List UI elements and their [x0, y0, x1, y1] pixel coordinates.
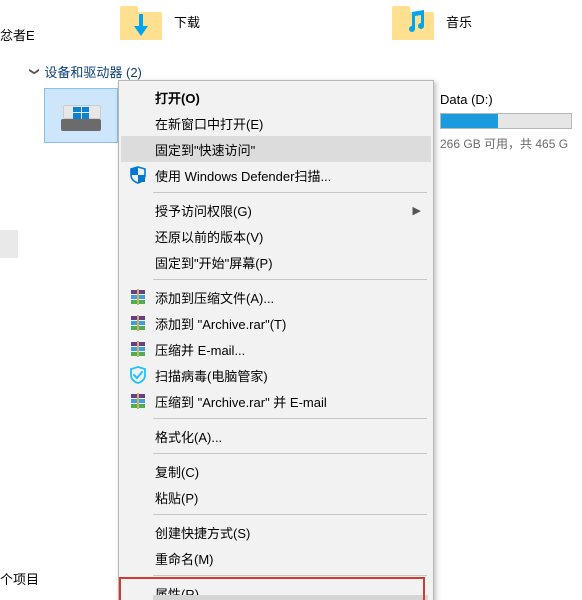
drive-label: Data (D:) — [440, 92, 582, 107]
context-menu-item-label: 压缩到 "Archive.rar" 并 E-mail — [155, 392, 425, 411]
context-menu-item[interactable]: 添加到压缩文件(A)... — [121, 284, 431, 310]
context-menu-item[interactable]: 授予访问权限(G)▶ — [121, 197, 431, 223]
chevron-down-icon: ❯ — [29, 67, 40, 75]
context-menu-item-label: 在新窗口中打开(E) — [155, 114, 425, 133]
defender-icon — [127, 165, 149, 185]
chevron-right-icon: ▶ — [413, 204, 421, 217]
context-menu-item[interactable]: 扫描病毒(电脑管家) — [121, 362, 431, 388]
folder-icon — [120, 2, 162, 40]
music-note-icon — [404, 10, 426, 34]
context-menu-item-label: 固定到"开始"屏幕(P) — [155, 253, 425, 272]
blank-icon — [127, 252, 149, 272]
context-menu-item-label: 复制(C) — [155, 462, 425, 481]
context-menu-separator — [153, 575, 427, 576]
context-menu-item-label: 使用 Windows Defender扫描... — [155, 166, 425, 185]
folder-music[interactable]: 音乐 — [392, 2, 472, 40]
context-menu-item-label: 格式化(A)... — [155, 427, 425, 446]
blank-icon — [127, 226, 149, 246]
rar-icon — [127, 287, 149, 307]
blank-icon — [127, 548, 149, 568]
rar-books-icon — [129, 314, 147, 332]
drive-usage-fill — [441, 114, 498, 128]
context-menu-item[interactable]: 打开(O) — [121, 84, 431, 110]
context-menu-separator — [153, 453, 427, 454]
context-menu-item[interactable]: 复制(C) — [121, 458, 431, 484]
rar-icon — [127, 313, 149, 333]
context-menu-item[interactable]: 压缩到 "Archive.rar" 并 E-mail — [121, 388, 431, 414]
context-menu-item-label: 打开(O) — [155, 88, 425, 107]
top-folders-row: 下载 音乐 — [0, 0, 582, 60]
context-menu-item[interactable]: 在新窗口中打开(E) — [121, 110, 431, 136]
sidebar-partial-bottom: 个项目 — [0, 569, 39, 588]
drive-usage-bar — [440, 113, 572, 129]
menu-bottom-shadow — [153, 595, 428, 600]
context-menu-item-label: 固定到"快速访问" — [155, 140, 425, 159]
context-menu-separator — [153, 514, 427, 515]
context-menu: 打开(O) 在新窗口中打开(E) 固定到"快速访问" 使用 Windows Defen… — [118, 80, 434, 600]
rar-icon — [127, 391, 149, 411]
context-menu-item[interactable]: 固定到"开始"屏幕(P) — [121, 249, 431, 275]
context-menu-item-label: 还原以前的版本(V) — [155, 227, 425, 246]
sidebar-block — [0, 230, 18, 258]
blank-icon — [127, 583, 149, 600]
context-menu-item[interactable]: 粘贴(P) — [121, 484, 431, 510]
blank-icon — [127, 461, 149, 481]
context-menu-item[interactable]: 固定到"快速访问" — [121, 136, 431, 162]
drive-free-text: 266 GB 可用，共 465 G — [440, 135, 582, 152]
blank-icon — [127, 113, 149, 133]
context-menu-item[interactable]: 还原以前的版本(V) — [121, 223, 431, 249]
section-devices-drives[interactable]: ❯ 设备和驱动器 (2) — [30, 62, 142, 81]
context-menu-item-label: 粘贴(P) — [155, 488, 425, 507]
folder-music-label: 音乐 — [446, 12, 472, 31]
download-arrow-icon — [134, 14, 148, 36]
blank-icon — [127, 139, 149, 159]
context-menu-item-label: 添加到 "Archive.rar"(T) — [155, 314, 425, 333]
folder-icon — [392, 2, 434, 40]
context-menu-item-label: 重命名(M) — [155, 549, 425, 568]
blank-icon — [127, 487, 149, 507]
context-menu-item[interactable]: 压缩并 E-mail... — [121, 336, 431, 362]
guard-shield-icon — [129, 366, 147, 384]
defender-shield-icon — [129, 166, 147, 184]
context-menu-item[interactable]: 格式化(A)... — [121, 423, 431, 449]
context-menu-item-label: 扫描病毒(电脑管家) — [155, 366, 425, 385]
context-menu-item[interactable]: 创建快捷方式(S) — [121, 519, 431, 545]
context-menu-separator — [153, 418, 427, 419]
context-menu-separator — [153, 192, 427, 193]
rar-books-icon — [129, 288, 147, 306]
sidebar-partial-top: 忿者E — [0, 25, 35, 44]
context-menu-item-label: 创建快捷方式(S) — [155, 523, 425, 542]
blank-icon — [127, 87, 149, 107]
blank-icon — [127, 522, 149, 542]
section-title: 设备和驱动器 (2) — [44, 62, 142, 81]
context-menu-item[interactable]: 使用 Windows Defender扫描... — [121, 162, 431, 188]
rar-books-icon — [129, 392, 147, 410]
drive-data-d[interactable]: Data (D:) 266 GB 可用，共 465 G — [440, 92, 582, 152]
rar-books-icon — [129, 340, 147, 358]
context-menu-item-label: 添加到压缩文件(A)... — [155, 288, 425, 307]
context-menu-item[interactable]: 重命名(M) — [121, 545, 431, 571]
drive-icon — [61, 101, 101, 131]
blank-icon — [127, 426, 149, 446]
drive-tile-selected[interactable] — [44, 88, 118, 143]
context-menu-item-label: 压缩并 E-mail... — [155, 340, 425, 359]
context-menu-separator — [153, 279, 427, 280]
context-menu-item[interactable]: 添加到 "Archive.rar"(T) — [121, 310, 431, 336]
folder-downloads-label: 下载 — [174, 12, 200, 31]
blank-icon — [127, 200, 149, 220]
context-menu-item-label: 授予访问权限(G) — [155, 201, 413, 220]
guard-icon — [127, 365, 149, 385]
folder-downloads[interactable]: 下载 — [120, 2, 200, 40]
rar-icon — [127, 339, 149, 359]
